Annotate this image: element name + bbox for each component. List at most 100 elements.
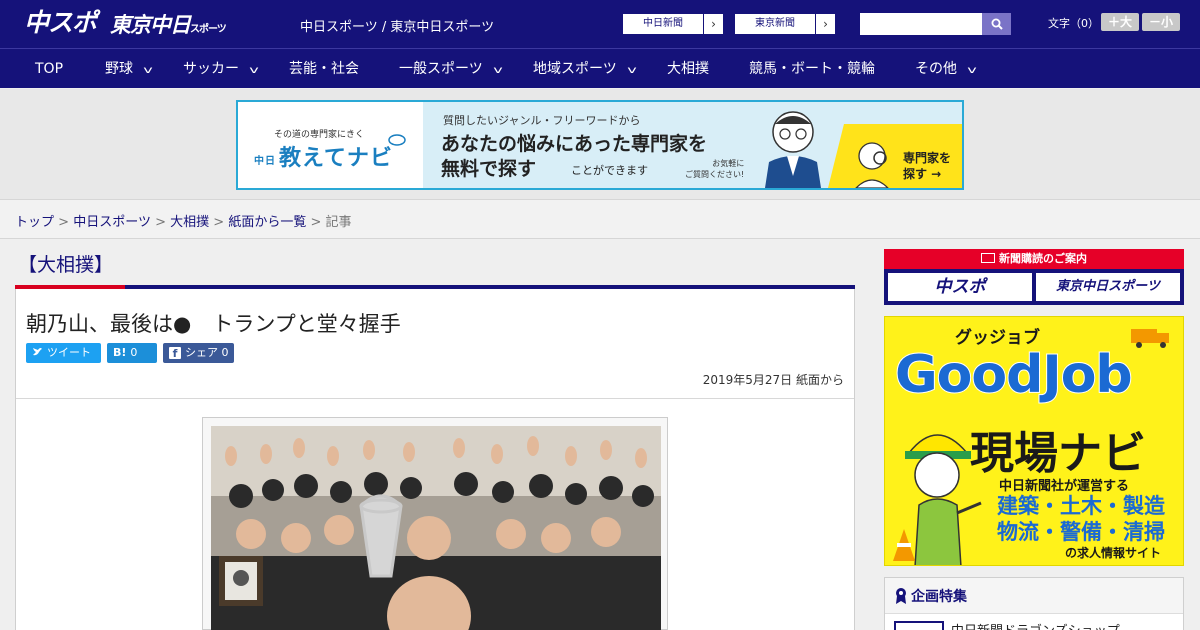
facebook-share-button[interactable]: f シェア 0 [163,343,234,363]
nav-item-racing[interactable]: 競馬・ボート・競輪 [749,49,875,89]
breadcrumb-top[interactable]: トップ [15,215,54,230]
ad-cta-line-1: 専門家を [903,151,952,165]
nav-item-top[interactable]: TOP [35,49,63,89]
chevron-down-icon: v [249,65,259,76]
ad-note-line-1: お気軽に [712,159,745,168]
nav-item-baseball[interactable]: 野球 v [105,49,153,89]
search-icon [991,18,1003,30]
article-title: 朝乃山、最後は● トランプと堂々握手 [26,312,401,336]
ad-cta-line-2: 探す → [903,167,942,181]
site-title: 中日スポーツ / 東京中日スポーツ [300,20,495,35]
ad-question: 質問したいジャンル・フリーワードから [443,114,641,127]
breadcrumb-paper-list[interactable]: 紙面から一覧 [228,215,306,230]
chunichi-shimbun-link[interactable]: 中日新聞 › [622,13,724,35]
hatena-icon: B! [113,346,127,359]
nav-item-sumo[interactable]: 大相撲 [667,49,709,89]
chuspo-logo[interactable]: 中スポ [24,8,97,38]
facebook-share-count: 0 [221,346,229,359]
oshiete-navi-ad[interactable]: その道の専門家にきく 中日 教えてナビ 質問したいジャンル・フリーワードから あな… [236,100,964,190]
nav-label: 野球 [105,61,133,77]
tokyo-chunichi-logo[interactable]: 東京中日スポーツ [110,10,227,45]
nav-label: 一般スポーツ [399,61,483,77]
feature-thumbnail[interactable] [894,621,944,630]
breadcrumb-separator: > [310,215,322,230]
breadcrumb: トップ > 中日スポーツ > 大相撲 > 紙面から一覧 > 記事 [0,199,1200,239]
goodjob-categories-2: 物流・警備・清掃 [997,520,1165,544]
breadcrumb-separator: > [213,215,225,230]
chevron-down-icon: v [492,65,503,76]
goodjob-tagline: の求人情報サイト [1065,546,1162,560]
hatena-bookmark-button[interactable]: B! 0 [107,343,157,363]
main-nav: TOP 野球 v サッカー v 芸能・社会 一般スポーツ v 地域スポーツ v 大相撲 … [0,48,1200,88]
goodjob-navi-ad[interactable]: グッジョブ GoodJob 現場ナビ 中日新聞社が運営する 建築・土木・製造 物… [884,316,1184,566]
article-category: 【大相撲】 [18,254,114,276]
article-source: 紙面から [795,373,844,387]
tweet-button[interactable]: ツイート [26,343,101,363]
subscription-box: 新聞購読のご案内 中スポ 東京中日スポーツ [884,249,1184,305]
hatena-count: 0 [130,346,138,359]
ad-note: お気軽に ご質問ください! [685,158,744,180]
tokyo-shimbun-link[interactable]: 東京新聞 › [734,13,836,35]
tokyo-logo-text: 東京中日 [110,13,191,37]
feature-header: 企画特集 [885,578,1183,614]
nav-label: その他 [915,61,957,77]
ad-brand-name: 教えてナビ [279,146,393,171]
nav-item-entertainment[interactable]: 芸能・社会 [289,49,359,89]
chevron-down-icon: v [626,65,637,76]
tokyo-logo-suffix: スポーツ [190,24,227,35]
article-date: 2019年5月27日 [702,373,793,387]
breadcrumb-chunichi-sports[interactable]: 中日スポーツ [73,215,151,230]
site-header: 中スポ 東京中日スポーツ 中日スポーツ / 東京中日スポーツ 中日新聞 › 東京… [0,0,1200,48]
tweet-label: ツイート [47,346,91,359]
ad-tagline: その道の専門家にきく [274,130,365,140]
feature-item-link[interactable]: 中日新聞ドラゴンズショップ [951,620,1120,630]
search-button[interactable] [982,13,1011,35]
ad-headline-2: 無料で探す [441,158,537,180]
subscription-header-label: 新聞購読のご案内 [999,252,1087,265]
facebook-share-label: シェア [185,346,218,359]
nav-item-local-sports[interactable]: 地域スポーツ v [533,49,637,89]
speech-bubble-icon [388,134,406,146]
ad-brand-prefix: 中日 [254,155,276,167]
ad-cta-button[interactable]: 専門家を 探す → [903,150,951,182]
goodjob-title: GoodJob [894,344,1134,406]
goodjob-categories: 建築・土木・製造 物流・警備・清掃 [997,493,1165,545]
chunichi-shimbun-label: 中日新聞 [643,18,683,29]
breadcrumb-sumo[interactable]: 大相撲 [170,215,209,230]
search-input[interactable] [860,13,982,35]
nav-label: サッカー [183,61,239,77]
feature-title: 企画特集 [911,589,967,605]
font-larger-button[interactable]: ＋大 [1101,13,1139,31]
nav-item-soccer[interactable]: サッカー v [183,49,259,89]
ribbon-icon [896,588,906,604]
nav-item-other[interactable]: その他 v [915,49,977,89]
ad-copy-panel: 質問したいジャンル・フリーワードから あなたの悩みにあった専門家を 無料で探す … [423,102,833,188]
article-photo[interactable] [211,426,661,630]
ad-brand: 中日 教えてナビ [254,140,393,172]
font-smaller-button[interactable]: －小 [1142,13,1180,31]
nav-label: TOP [35,61,64,77]
facebook-icon: f [169,347,181,360]
article-dateline: 2019年5月27日 紙面から [703,371,844,388]
nav-item-general-sports[interactable]: 一般スポーツ v [399,49,503,89]
subscribe-chuspo-button[interactable]: 中スポ [888,273,1032,301]
nav-label: 大相撲 [667,61,709,77]
chevron-down-icon: v [967,65,977,76]
ad-note-line-2: ご質問ください! [685,170,745,179]
newspaper-icon [981,253,995,263]
twitter-icon [33,348,42,356]
feature-box: 企画特集 中日新聞ドラゴンズショップ [884,577,1184,630]
article-photo-frame [202,417,668,630]
ad-headline-1: あなたの悩みにあった専門家を [441,133,708,155]
expert-illustration [765,111,821,188]
goodjob-operator: 中日新聞社が運営する [999,479,1130,494]
nav-label: 芸能・社会 [289,61,359,77]
nav-label: 地域スポーツ [533,61,617,77]
subscribe-tokyo-chunichi-button[interactable]: 東京中日スポーツ [1036,273,1180,301]
breadcrumb-separator: > [58,215,70,230]
celebration-photo [211,426,661,630]
tokyo-shimbun-label: 東京新聞 [755,18,795,29]
nav-label: 競馬・ボート・競輪 [749,61,875,77]
searching-person-illustration [855,142,889,188]
article-divider [16,398,854,399]
